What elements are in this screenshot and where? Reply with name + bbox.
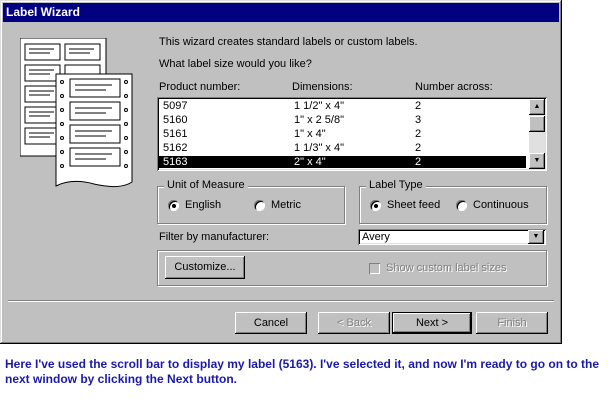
metric-radio[interactable] — [254, 200, 265, 211]
scroll-thumb[interactable] — [529, 116, 545, 132]
intro-text: This wizard creates standard labels or c… — [159, 36, 418, 48]
dimensions-cell: 1" x 2 5/8" — [294, 114, 345, 126]
header-number-across: Number across: — [415, 81, 493, 93]
window-title: Label Wizard — [3, 3, 559, 22]
table-row-selected[interactable]: 5163 2" x 4" 2 — [159, 156, 526, 168]
number-across-cell: 2 — [415, 142, 422, 154]
manufacturer-dropdown[interactable]: Avery ▼ — [358, 229, 546, 245]
product-number-cell: 5161 — [163, 128, 188, 140]
dimensions-cell: 1" x 4" — [294, 128, 326, 140]
product-number-cell: 5162 — [163, 142, 188, 154]
continuous-radio-label: Continuous — [473, 199, 529, 211]
table-row[interactable]: 5162 1 1/3" x 4" 2 — [159, 142, 526, 155]
arrow-down-icon: ▼ — [533, 157, 541, 164]
filter-label: Filter by manufacturer: — [159, 231, 270, 243]
tutorial-caption: Here I've used the scroll bar to display… — [5, 357, 600, 386]
number-across-cell: 2 — [415, 128, 422, 140]
label-type-group: Label Type Sheet feed Continuous — [359, 179, 547, 224]
table-row[interactable]: 5161 1" x 4" 2 — [159, 128, 526, 141]
dimensions-cell: 2" x 4" — [294, 156, 326, 168]
label-wizard-window: Label Wizard This wizard creates standar… — [0, 0, 562, 344]
product-number-cell: 5163 — [163, 156, 188, 168]
chevron-down-icon: ▼ — [532, 233, 540, 240]
vertical-scrollbar[interactable]: ▲ ▼ — [529, 99, 545, 169]
size-question: What label size would you like? — [159, 58, 312, 70]
footer-separator — [8, 300, 554, 302]
scroll-down-button[interactable]: ▼ — [529, 153, 545, 169]
number-across-cell: 2 — [415, 156, 422, 168]
header-product-number: Product number: — [159, 81, 241, 93]
back-button[interactable]: < Back — [318, 312, 390, 334]
dropdown-button[interactable]: ▼ — [528, 230, 544, 244]
number-across-cell: 3 — [415, 114, 422, 126]
unit-of-measure-group: Unit of Measure English Metric — [157, 179, 345, 224]
manufacturer-value: Avery — [362, 231, 390, 243]
cancel-button[interactable]: Cancel — [235, 312, 307, 334]
header-dimensions: Dimensions: — [292, 81, 353, 93]
table-row[interactable]: 5097 1 1/2" x 4" 2 — [159, 100, 526, 113]
table-row[interactable]: 5160 1" x 2 5/8" 3 — [159, 114, 526, 127]
label-type-label: Label Type — [366, 179, 426, 191]
sheet-feed-radio[interactable] — [370, 200, 381, 211]
next-button[interactable]: Next > — [392, 312, 472, 334]
dimensions-cell: 1 1/3" x 4" — [294, 142, 345, 154]
product-number-cell: 5160 — [163, 114, 188, 126]
english-radio-label: English — [185, 199, 222, 211]
show-custom-sizes-checkbox[interactable] — [369, 263, 380, 274]
customize-group: Customize... Show custom label sizes — [157, 250, 547, 286]
label-size-list[interactable]: 5097 1 1/2" x 4" 2 5160 1" x 2 5/8" 3 51… — [157, 97, 547, 171]
customize-button[interactable]: Customize... — [165, 256, 245, 279]
label-sheets-illustration — [20, 38, 133, 188]
english-radio[interactable] — [168, 200, 179, 211]
finish-button[interactable]: Finish — [476, 312, 548, 334]
show-custom-sizes-label: Show custom label sizes — [386, 262, 507, 274]
metric-radio-label: Metric — [271, 199, 301, 211]
unit-of-measure-label: Unit of Measure — [164, 179, 248, 191]
product-number-cell: 5097 — [163, 100, 188, 112]
continuous-radio[interactable] — [456, 200, 467, 211]
number-across-cell: 2 — [415, 100, 422, 112]
dimensions-cell: 1 1/2" x 4" — [294, 100, 345, 112]
scroll-up-button[interactable]: ▲ — [529, 99, 545, 115]
arrow-up-icon: ▲ — [533, 103, 541, 110]
sheet-feed-radio-label: Sheet feed — [387, 199, 441, 211]
